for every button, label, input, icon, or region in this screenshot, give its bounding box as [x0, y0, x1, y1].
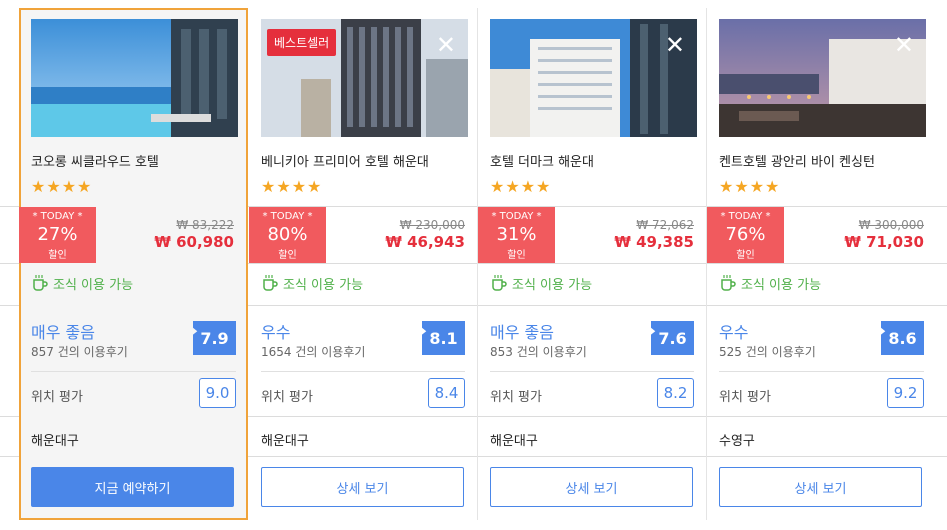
view-details-button[interactable]: 상세 보기	[719, 467, 922, 507]
star-rating: ★★★★	[719, 177, 781, 196]
location-score-badge: 8.2	[657, 378, 694, 408]
review-rating-label: 우수	[719, 323, 749, 342]
review-rating-label: 우수	[261, 323, 291, 342]
discount-label: 할인	[48, 250, 67, 261]
divider	[490, 371, 694, 372]
review-score-badge: 7.6	[651, 321, 694, 355]
breakfast-info: 조식 이용 가능	[719, 274, 821, 293]
discount-percent: 31%	[496, 224, 537, 245]
close-icon[interactable]: ✕	[894, 33, 914, 57]
hotel-name[interactable]: 베니키아 프리미어 호텔 해운대	[261, 151, 429, 170]
coffee-cup-icon	[33, 275, 48, 291]
sale-price: ₩ 46,943	[385, 233, 465, 251]
hotel-name[interactable]: 호텔 더마크 해운대	[490, 151, 594, 170]
hotel-name[interactable]: 켄트호텔 광안리 바이 켄싱턴	[719, 151, 875, 170]
discount-badge: * TODAY * 76% 할인	[707, 207, 784, 263]
discount-percent: 76%	[725, 224, 766, 245]
hotel-name[interactable]: 코오롱 씨클라우드 호텔	[31, 151, 159, 170]
star-rating: ★★★★	[31, 177, 93, 196]
district-label: 수영구	[719, 434, 755, 449]
original-price: ₩ 83,222	[176, 218, 234, 232]
review-count[interactable]: 853 건의 이용후기	[490, 343, 587, 360]
coffee-cup-icon	[263, 275, 278, 291]
discount-percent: 27%	[37, 224, 78, 245]
breakfast-info: 조식 이용 가능	[31, 274, 133, 293]
review-rating-label: 매우 좋음	[490, 323, 554, 342]
hotel-card[interactable]: 코오롱 씨클라우드 호텔 ★★★★ * TODAY * 27% 할인 ₩ 83,…	[19, 8, 248, 520]
district-label: 해운대구	[490, 434, 538, 449]
hotel-photo[interactable]: 베스트셀러 ✕	[261, 19, 468, 137]
discount-label: 할인	[278, 250, 297, 261]
breakfast-label: 조식 이용 가능	[53, 278, 134, 293]
hotel-card[interactable]: ✕ 호텔 더마크 해운대 ★★★★ * TODAY * 31% 할인 ₩ 72,…	[478, 8, 707, 520]
discount-percent: 80%	[267, 224, 308, 245]
divider	[719, 371, 924, 372]
original-price: ₩ 300,000	[858, 218, 924, 232]
location-score-badge: 8.4	[428, 378, 465, 408]
today-label: * TODAY *	[720, 211, 771, 222]
hotel-photo[interactable]	[31, 19, 238, 137]
today-label: * TODAY *	[262, 211, 313, 222]
view-details-button[interactable]: 상세 보기	[261, 467, 464, 507]
close-icon[interactable]: ✕	[665, 33, 685, 57]
divider	[261, 371, 465, 372]
discount-label: 할인	[507, 250, 526, 261]
breakfast-info: 조식 이용 가능	[490, 274, 592, 293]
hotel-card[interactable]: 베스트셀러 ✕ 베니키아 프리미어 호텔 해운대 ★★★★ * TODAY * …	[249, 8, 478, 520]
location-rating-label: 위치 평가	[31, 390, 83, 405]
review-rating-label: 매우 좋음	[31, 323, 95, 342]
breakfast-info: 조식 이용 가능	[261, 274, 363, 293]
coffee-cup-icon	[492, 275, 507, 291]
review-score-badge: 8.6	[881, 321, 924, 355]
district-label: 해운대구	[31, 434, 79, 449]
discount-badge: * TODAY * 27% 할인	[19, 207, 96, 263]
divider	[31, 371, 236, 372]
sale-price: ₩ 49,385	[614, 233, 694, 251]
hotel-card[interactable]: ✕ 켄트호텔 광안리 바이 켄싱턴 ★★★★ * TODAY * 76% 할인 …	[707, 8, 936, 520]
review-count[interactable]: 525 건의 이용후기	[719, 343, 816, 360]
bestseller-badge: 베스트셀러	[267, 29, 337, 56]
discount-badge: * TODAY * 31% 할인	[478, 207, 555, 263]
review-count[interactable]: 857 건의 이용후기	[31, 343, 128, 360]
location-rating-label: 위치 평가	[261, 390, 313, 405]
location-rating-label: 위치 평가	[490, 390, 542, 405]
review-score-badge: 7.9	[193, 321, 236, 355]
review-count[interactable]: 1654 건의 이용후기	[261, 343, 365, 360]
discount-label: 할인	[736, 250, 755, 261]
star-rating: ★★★★	[261, 177, 323, 196]
review-score-badge: 8.1	[422, 321, 465, 355]
today-label: * TODAY *	[32, 211, 83, 222]
location-score-badge: 9.0	[199, 378, 236, 408]
sale-price: ₩ 71,030	[844, 233, 924, 251]
hotel-photo[interactable]: ✕	[490, 19, 697, 137]
location-rating-label: 위치 평가	[719, 390, 771, 405]
original-price: ₩ 230,000	[399, 218, 465, 232]
view-details-button[interactable]: 상세 보기	[490, 467, 693, 507]
close-icon[interactable]: ✕	[436, 33, 456, 57]
district-label: 해운대구	[261, 434, 309, 449]
breakfast-label: 조식 이용 가능	[283, 278, 364, 293]
book-now-button[interactable]: 지금 예약하기	[31, 467, 234, 507]
location-score-badge: 9.2	[887, 378, 924, 408]
original-price: ₩ 72,062	[636, 218, 694, 232]
hotel-photo[interactable]: ✕	[719, 19, 926, 137]
sale-price: ₩ 60,980	[154, 233, 234, 251]
today-label: * TODAY *	[491, 211, 542, 222]
breakfast-label: 조식 이용 가능	[512, 278, 593, 293]
coffee-cup-icon	[721, 275, 736, 291]
star-rating: ★★★★	[490, 177, 552, 196]
discount-badge: * TODAY * 80% 할인	[249, 207, 326, 263]
breakfast-label: 조식 이용 가능	[741, 278, 822, 293]
